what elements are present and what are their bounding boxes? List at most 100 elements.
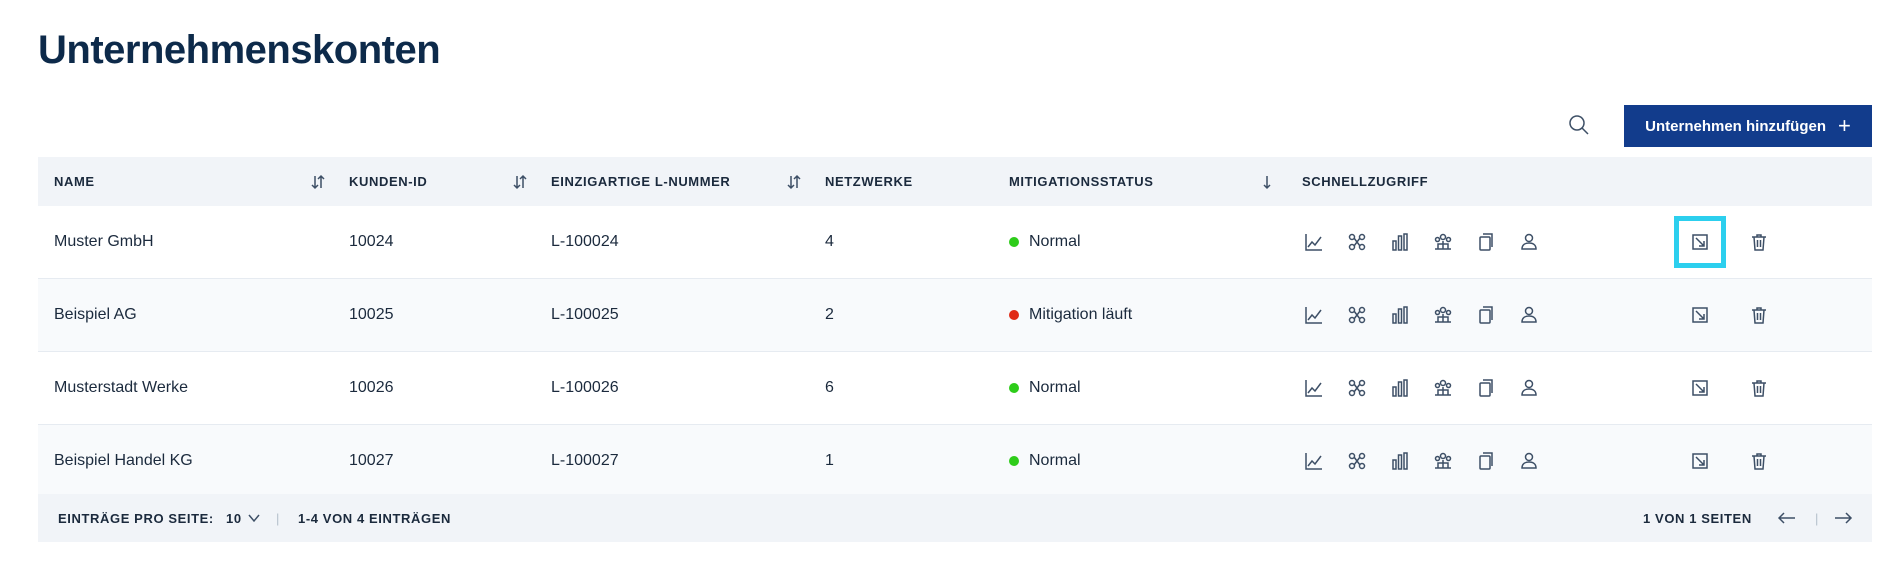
divider: | bbox=[1815, 510, 1819, 526]
bar-chart-icon[interactable] bbox=[1386, 374, 1414, 402]
sort-down-icon[interactable] bbox=[1259, 157, 1275, 206]
companies-table: NAME KUNDEN-ID EINZIGARTIGE L-NUMMER NET… bbox=[38, 157, 1872, 498]
entries-per-page-select[interactable]: 10 bbox=[226, 494, 261, 542]
team-icon[interactable] bbox=[1429, 447, 1457, 475]
cell-netzwerke: 1 bbox=[825, 452, 834, 469]
edit-icon[interactable] bbox=[1686, 447, 1714, 475]
cell-l-nummer: L-100026 bbox=[551, 379, 619, 396]
row-actions bbox=[1686, 425, 1714, 497]
team-icon[interactable] bbox=[1429, 374, 1457, 402]
delete-icon[interactable] bbox=[1745, 228, 1773, 256]
page-title: Unternehmenskonten bbox=[38, 28, 441, 72]
header-kunden-id: KUNDEN-ID bbox=[349, 174, 428, 189]
bar-chart-icon[interactable] bbox=[1386, 447, 1414, 475]
entries-per-page-label: EINTRÄGE PRO SEITE: bbox=[58, 510, 214, 526]
cell-name: Muster GmbH bbox=[54, 233, 154, 250]
network-icon[interactable] bbox=[1343, 301, 1371, 329]
row-actions bbox=[1686, 279, 1714, 351]
sort-icon[interactable] bbox=[786, 157, 802, 206]
header-schnellzugriff: SCHNELLZUGRIFF bbox=[1302, 174, 1429, 189]
network-icon[interactable] bbox=[1343, 374, 1371, 402]
cell-netzwerke: 4 bbox=[825, 233, 834, 250]
header-mitigationsstatus: MITIGATIONSSTATUS bbox=[1009, 174, 1154, 189]
row-actions-delete bbox=[1745, 352, 1773, 424]
divider: | bbox=[276, 510, 280, 526]
quick-access bbox=[1300, 425, 1558, 497]
quick-access bbox=[1300, 279, 1558, 351]
line-chart-icon[interactable] bbox=[1300, 228, 1328, 256]
table-row: Muster GmbH 10024 L-100024 4 Normal bbox=[38, 206, 1872, 279]
cell-status: Normal bbox=[1009, 352, 1081, 424]
status-dot bbox=[1009, 383, 1019, 393]
row-actions-delete bbox=[1745, 206, 1773, 278]
team-icon[interactable] bbox=[1429, 301, 1457, 329]
cell-netzwerke: 6 bbox=[825, 379, 834, 396]
status-dot bbox=[1009, 456, 1019, 466]
bar-chart-icon[interactable] bbox=[1386, 301, 1414, 329]
cell-l-nummer: L-100024 bbox=[551, 233, 619, 250]
header-l-nummer: EINZIGARTIGE L-NUMMER bbox=[551, 174, 731, 189]
line-chart-icon[interactable] bbox=[1300, 301, 1328, 329]
row-actions-delete bbox=[1745, 279, 1773, 351]
line-chart-icon[interactable] bbox=[1300, 374, 1328, 402]
delete-icon[interactable] bbox=[1745, 301, 1773, 329]
network-icon[interactable] bbox=[1343, 447, 1371, 475]
status-dot bbox=[1009, 237, 1019, 247]
cell-kunden-id: 10027 bbox=[349, 452, 394, 469]
row-actions-delete bbox=[1745, 425, 1773, 497]
cell-name: Beispiel Handel KG bbox=[54, 452, 193, 469]
page-count: 1 VON 1 SEITEN bbox=[1643, 510, 1752, 526]
table-row: Musterstadt Werke 10026 L-100026 6 Norma… bbox=[38, 352, 1872, 425]
table-row: Beispiel AG 10025 L-100025 2 Mitigation … bbox=[38, 279, 1872, 352]
edit-icon[interactable] bbox=[1686, 301, 1714, 329]
user-icon[interactable] bbox=[1515, 447, 1543, 475]
line-chart-icon[interactable] bbox=[1300, 447, 1328, 475]
cell-status: Mitigation läuft bbox=[1009, 279, 1132, 351]
cell-kunden-id: 10024 bbox=[349, 233, 394, 250]
copy-icon[interactable] bbox=[1472, 228, 1500, 256]
bar-chart-icon[interactable] bbox=[1386, 228, 1414, 256]
header-name: NAME bbox=[54, 174, 95, 189]
entries-per-page-value: 10 bbox=[226, 510, 242, 526]
copy-icon[interactable] bbox=[1472, 301, 1500, 329]
row-actions bbox=[1686, 352, 1714, 424]
table-footer: EINTRÄGE PRO SEITE: 10 | 1-4 VON 4 EINTR… bbox=[38, 494, 1872, 542]
copy-icon[interactable] bbox=[1472, 447, 1500, 475]
user-icon[interactable] bbox=[1515, 301, 1543, 329]
team-icon[interactable] bbox=[1429, 228, 1457, 256]
page: Unternehmenskonten Unternehmen hinzufüge… bbox=[0, 0, 1900, 570]
edit-icon[interactable] bbox=[1686, 374, 1714, 402]
sort-icon[interactable] bbox=[310, 157, 326, 206]
row-actions bbox=[1674, 206, 1726, 278]
prev-page-icon[interactable] bbox=[1777, 494, 1797, 542]
delete-icon[interactable] bbox=[1745, 374, 1773, 402]
add-company-button[interactable]: Unternehmen hinzufügen + bbox=[1624, 105, 1872, 147]
next-page-icon[interactable] bbox=[1833, 494, 1853, 542]
search-icon[interactable] bbox=[1566, 112, 1592, 138]
cell-kunden-id: 10025 bbox=[349, 306, 394, 323]
user-icon[interactable] bbox=[1515, 228, 1543, 256]
cell-netzwerke: 2 bbox=[825, 306, 834, 323]
cell-name: Beispiel AG bbox=[54, 306, 137, 323]
status-label: Mitigation läuft bbox=[1029, 306, 1133, 323]
user-icon[interactable] bbox=[1515, 374, 1543, 402]
entries-range: 1-4 VON 4 EINTRÄGEN bbox=[298, 510, 451, 526]
edit-icon[interactable] bbox=[1674, 216, 1726, 268]
header-netzwerke: NETZWERKE bbox=[825, 174, 913, 189]
quick-access bbox=[1300, 206, 1558, 278]
table-row: Beispiel Handel KG 10027 L-100027 1 Norm… bbox=[38, 425, 1872, 498]
status-label: Normal bbox=[1029, 452, 1081, 469]
cell-l-nummer: L-100027 bbox=[551, 452, 619, 469]
table-header: NAME KUNDEN-ID EINZIGARTIGE L-NUMMER NET… bbox=[38, 157, 1872, 206]
quick-access bbox=[1300, 352, 1558, 424]
network-icon[interactable] bbox=[1343, 228, 1371, 256]
cell-kunden-id: 10026 bbox=[349, 379, 394, 396]
delete-icon[interactable] bbox=[1745, 447, 1773, 475]
cell-l-nummer: L-100025 bbox=[551, 306, 619, 323]
cell-status: Normal bbox=[1009, 425, 1081, 497]
sort-icon[interactable] bbox=[512, 157, 528, 206]
cell-name: Musterstadt Werke bbox=[54, 379, 188, 396]
cell-status: Normal bbox=[1009, 206, 1081, 278]
copy-icon[interactable] bbox=[1472, 374, 1500, 402]
status-dot bbox=[1009, 310, 1019, 320]
